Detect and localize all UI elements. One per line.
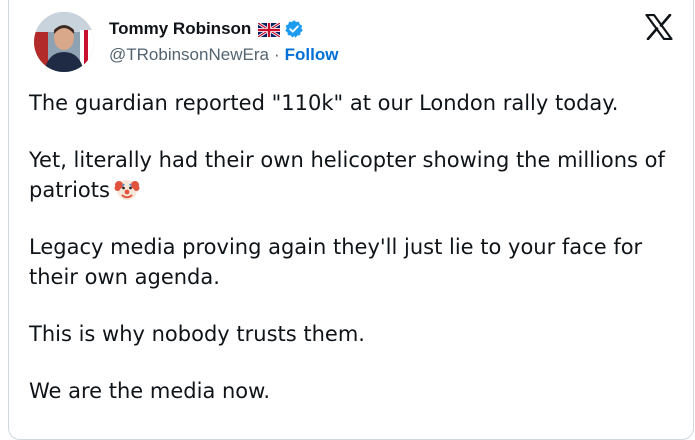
author-handle[interactable]: @TRobinsonNewEra — [109, 45, 269, 65]
clown-face-icon — [114, 176, 140, 202]
tweet-card: Tommy Robinson @TRobinsonNewEra · Follow — [8, 0, 694, 440]
tweet-text: The guardian reported "110k" at our Lond… — [29, 88, 679, 433]
tweet-paragraph: The guardian reported "110k" at our Lond… — [29, 91, 619, 115]
tweet-paragraph: We are the media now. — [29, 379, 271, 403]
tweet-paragraph: Yet, literally had their own helicopter … — [29, 145, 679, 205]
author-name-row: Tommy Robinson — [109, 17, 304, 41]
x-logo-icon[interactable] — [645, 13, 673, 41]
avatar[interactable] — [34, 12, 94, 72]
verified-badge-icon — [284, 19, 304, 39]
tweet-paragraph: Legacy media proving again they'll just … — [29, 235, 643, 289]
separator-dot: · — [273, 45, 280, 64]
uk-flag-icon — [257, 21, 282, 39]
tweet-paragraph: This is why nobody trusts them. — [29, 322, 365, 346]
avatar-image — [34, 12, 94, 72]
author-handle-row: @TRobinsonNewEra · Follow — [109, 45, 338, 65]
author-display-name[interactable]: Tommy Robinson — [109, 19, 251, 39]
follow-button[interactable]: Follow — [285, 45, 339, 65]
